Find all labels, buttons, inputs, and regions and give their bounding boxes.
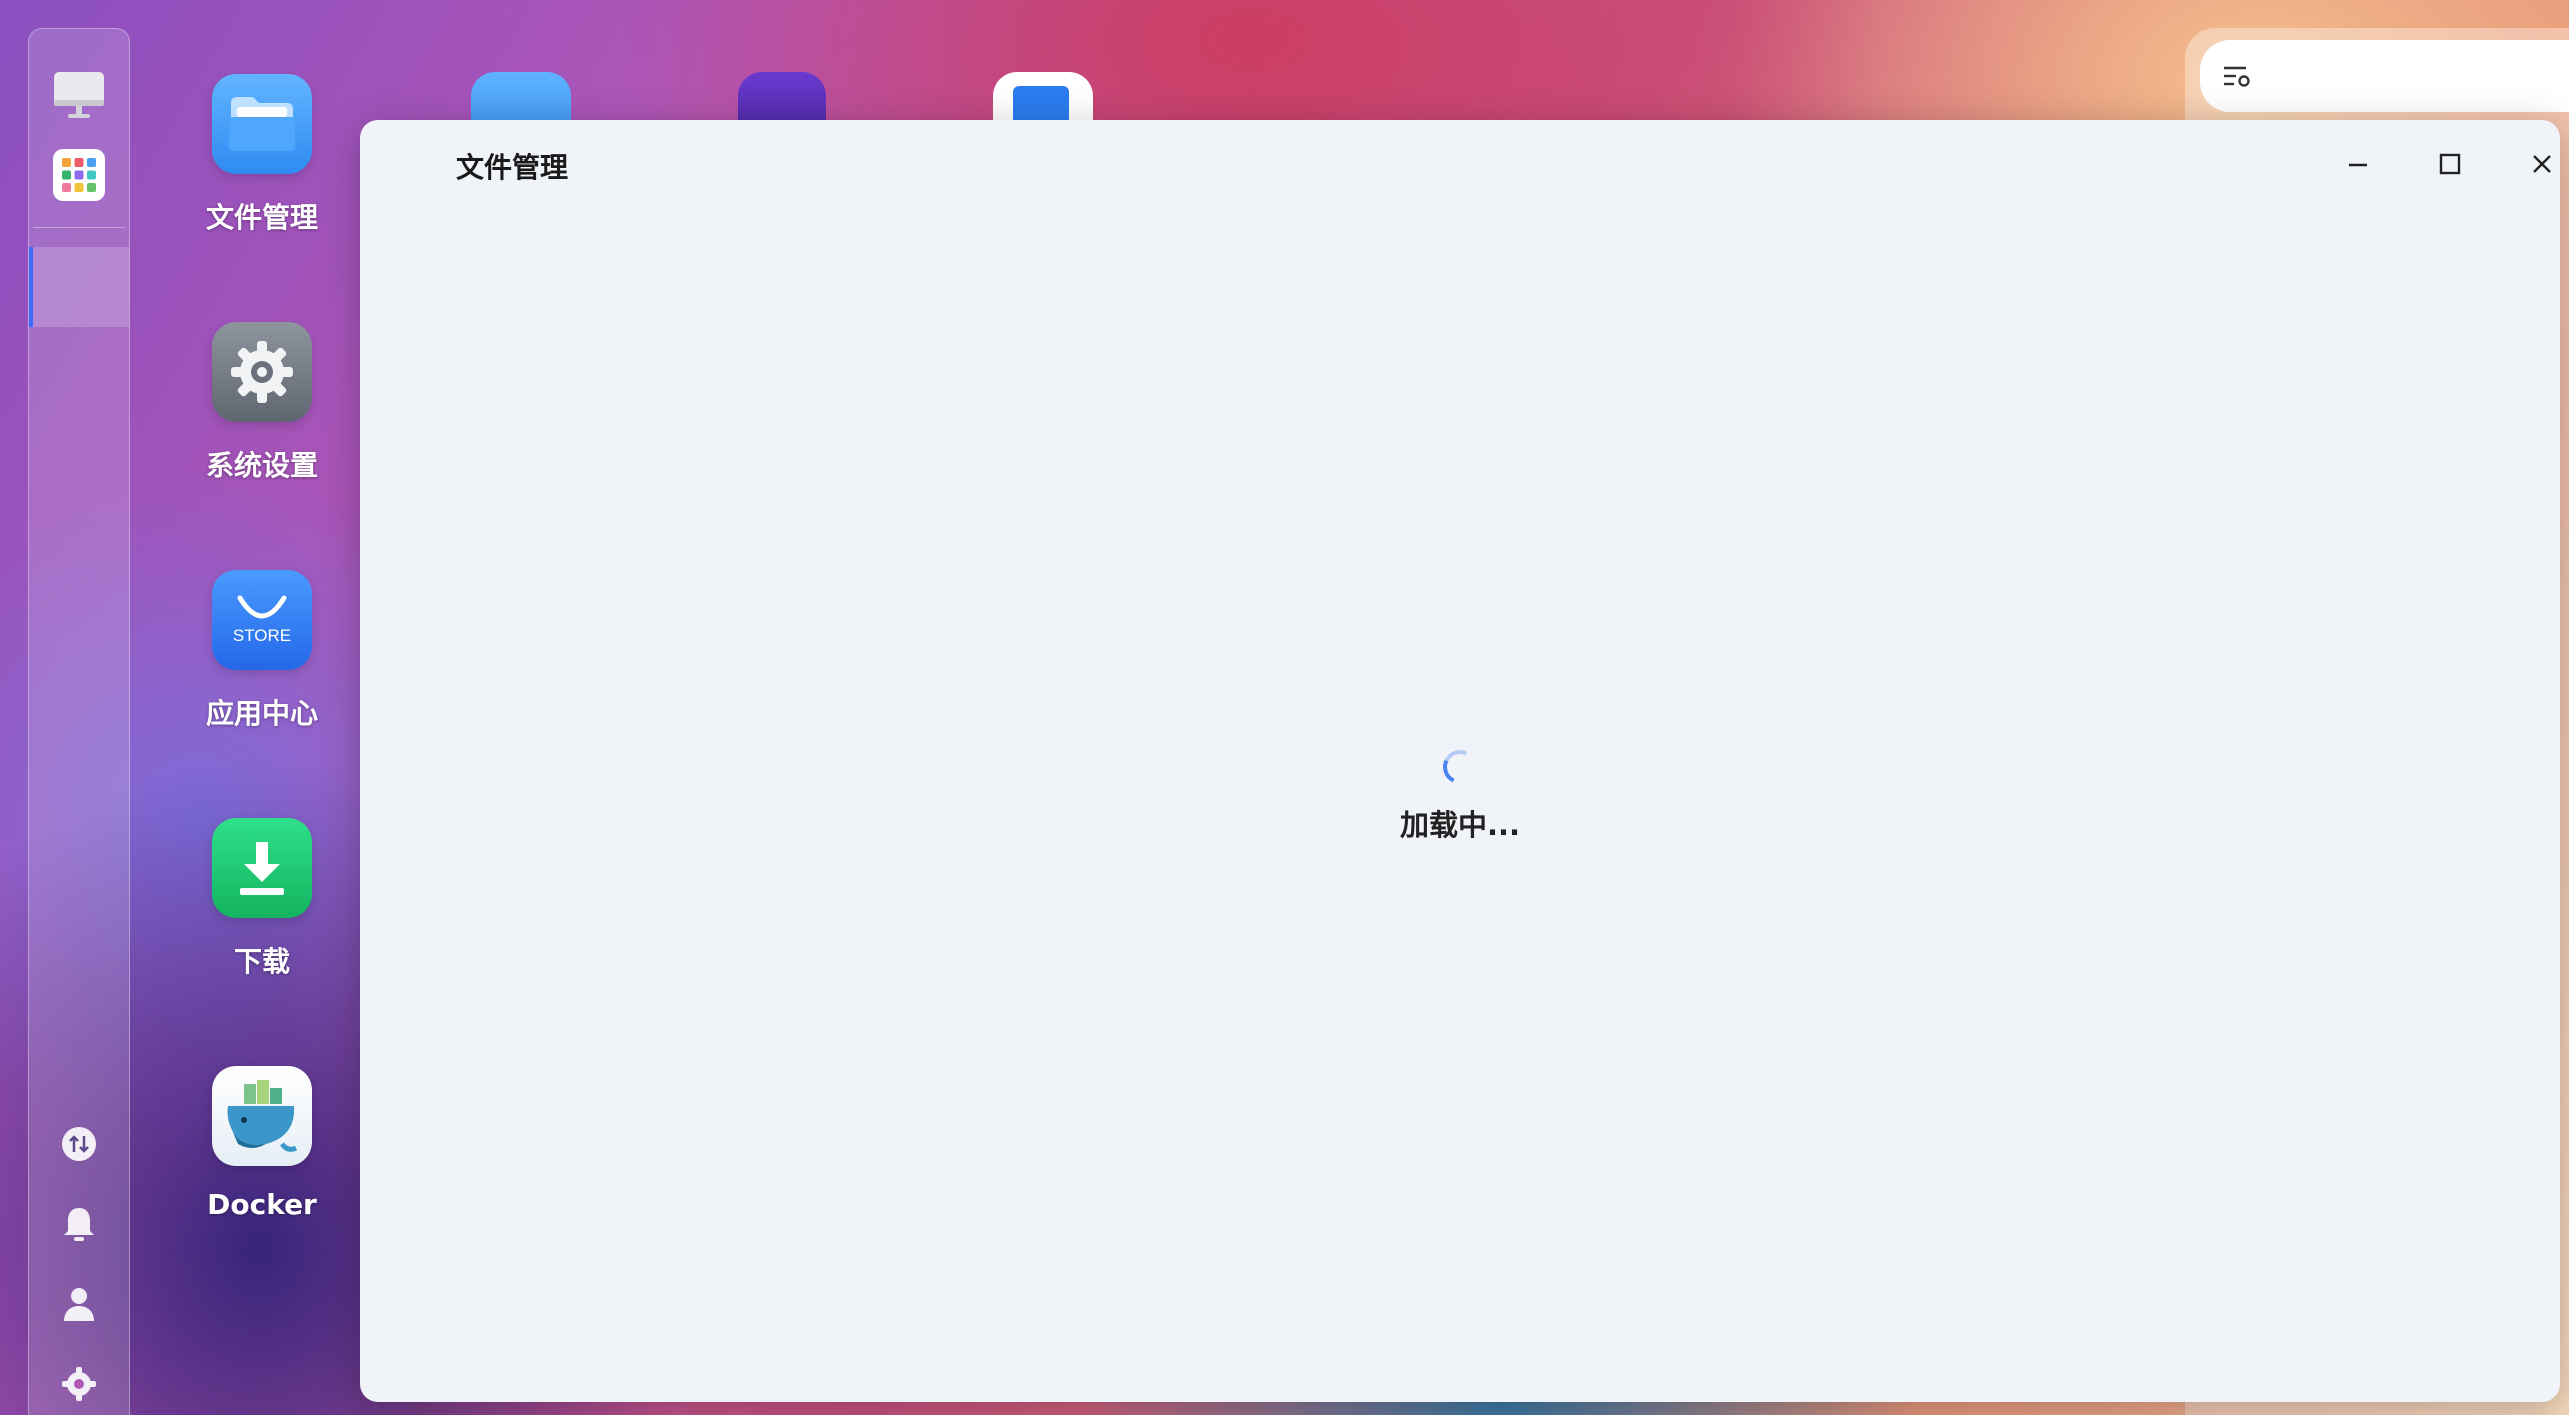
dock-app-grid-button[interactable] (29, 147, 129, 207)
desktop-app-system-settings[interactable]: 系统设置 (192, 322, 332, 484)
store-icon-text: STORE (232, 626, 292, 645)
dock-notification-button[interactable] (29, 1201, 129, 1251)
dock-divider (33, 227, 125, 228)
window-title: 文件管理 (456, 151, 569, 184)
dock-transfer-button[interactable] (29, 1121, 129, 1171)
close-button[interactable] (2514, 138, 2560, 194)
store-bag-icon: STORE (212, 570, 312, 670)
app-label: 系统设置 (205, 449, 318, 482)
download-icon (212, 818, 312, 918)
minimize-button[interactable] (2330, 138, 2386, 194)
gear-icon (212, 322, 312, 422)
settings-gear-icon (60, 1365, 98, 1407)
dock-active-item[interactable] (29, 247, 129, 327)
dock-settings-button[interactable] (29, 1361, 129, 1411)
app-label: Docker (207, 1188, 317, 1221)
desktop-app-file-manager[interactable]: 文件管理 (192, 74, 332, 236)
monitor-icon (52, 70, 106, 124)
file-manager-window: 文件管理 加载中... (360, 120, 2560, 1402)
widget-header[interactable] (2200, 40, 2569, 112)
user-icon (62, 1285, 96, 1327)
maximize-icon (2438, 152, 2462, 180)
list-settings-icon[interactable] (2222, 64, 2252, 94)
loading-text: 加载中... (1399, 808, 1521, 842)
loading-spinner-icon (1438, 745, 1482, 789)
docker-whale-icon (212, 1066, 312, 1166)
minimize-icon (2346, 152, 2370, 180)
app-label: 下载 (233, 945, 290, 978)
app-label: 应用中心 (205, 697, 318, 730)
maximize-button[interactable] (2422, 138, 2478, 194)
bell-icon (62, 1205, 96, 1247)
desktop-app-app-center[interactable]: STORE 应用中心 (192, 570, 332, 732)
side-dock (28, 28, 130, 1415)
app-label: 文件管理 (205, 201, 318, 234)
loading-indicator: 加载中... (360, 745, 2560, 844)
close-icon (2530, 152, 2554, 180)
dock-user-button[interactable] (29, 1281, 129, 1331)
folder-icon (212, 74, 312, 174)
app-grid-icon (53, 149, 105, 205)
dock-monitor-button[interactable] (29, 67, 129, 127)
desktop-app-download[interactable]: 下载 (192, 818, 332, 980)
desktop-app-docker[interactable]: Docker (192, 1066, 332, 1221)
transfer-arrows-icon (61, 1126, 97, 1166)
desktop-background: 文件管理 系统设置 STORE 应用中心 下载 Docker 文件管理 加载中.… (0, 0, 2569, 1415)
